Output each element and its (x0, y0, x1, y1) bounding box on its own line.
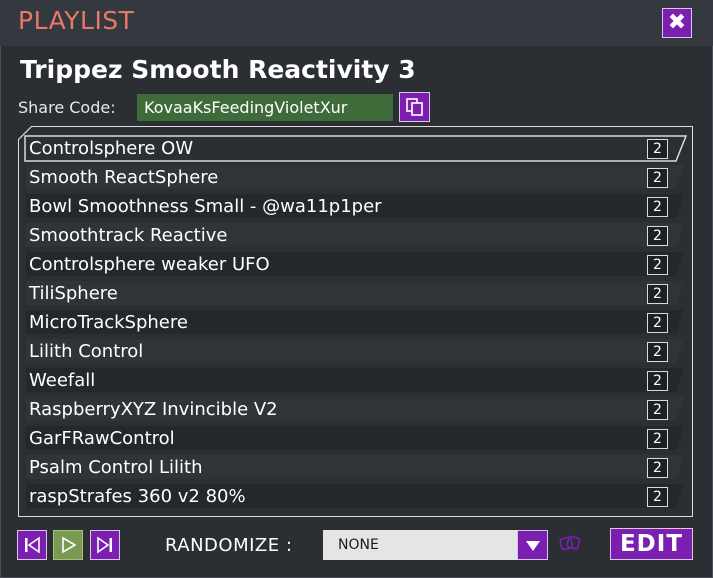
scenario-row[interactable]: MicroTrackSphere 2 (26, 310, 684, 334)
randomize-dropdown-button[interactable] (517, 530, 548, 560)
scenario-play-count[interactable]: 2 (647, 313, 668, 333)
play-icon (62, 536, 77, 554)
copy-icon (406, 98, 423, 116)
next-scenario-button[interactable] (90, 530, 120, 560)
scenario-play-count[interactable]: 2 (647, 371, 668, 391)
edit-button[interactable]: EDIT (610, 528, 693, 560)
scenario-row[interactable]: GarFRawControl 2 (26, 426, 684, 450)
close-icon: ✖ (667, 10, 687, 35)
scenario-play-count[interactable]: 2 (647, 284, 668, 304)
scenario-row[interactable]: Weefall 2 (26, 368, 684, 392)
row-background (26, 281, 668, 305)
randomize-label: RANDOMIZE : (165, 535, 293, 556)
row-edge-bevel (668, 484, 684, 508)
previous-scenario-button[interactable] (17, 530, 47, 560)
scenario-name: RaspberryXYZ Invincible V2 (29, 399, 278, 420)
scenario-name: MicroTrackSphere (29, 312, 188, 333)
scenario-row[interactable]: RaspberryXYZ Invincible V2 2 (26, 397, 684, 421)
skip-previous-icon (25, 536, 40, 554)
selected-row-outline (24, 135, 688, 162)
scenario-row[interactable]: TiliSphere 2 (26, 281, 684, 305)
row-edge-bevel (668, 339, 684, 363)
scenario-name: Weefall (29, 370, 96, 391)
row-edge-bevel (668, 426, 684, 450)
close-button[interactable]: ✖ (662, 8, 692, 38)
scenario-row[interactable]: Smoothtrack Reactive 2 (26, 223, 684, 247)
randomize-select[interactable]: NONE (323, 530, 548, 560)
scenario-list: Controlsphere OW 2 Smooth ReactSphere 2 Bowl… (18, 126, 693, 517)
row-edge-bevel (668, 368, 684, 392)
scenario-play-count[interactable]: 2 (647, 226, 668, 246)
copy-share-code-button[interactable] (399, 92, 430, 122)
scenario-play-count[interactable]: 2 (647, 342, 668, 362)
scenario-name: raspStrafes 360 v2 80% (29, 486, 246, 507)
row-edge-bevel (668, 310, 684, 334)
row-edge-bevel (668, 194, 684, 218)
dice-icon (559, 535, 581, 551)
scenario-play-count[interactable]: 2 (647, 487, 668, 507)
scenario-name: Smoothtrack Reactive (29, 225, 228, 246)
row-background (26, 368, 668, 392)
scenario-name: Psalm Control Lilith (29, 457, 203, 478)
scenario-name: Smooth ReactSphere (29, 167, 219, 188)
chevron-down-icon (526, 541, 540, 551)
scenario-row[interactable]: Psalm Control Lilith 2 (26, 455, 684, 479)
row-edge-bevel (668, 165, 684, 189)
scenario-name: Lilith Control (29, 341, 144, 362)
share-code-label: Share Code: (18, 98, 116, 117)
scenario-row[interactable]: Controlsphere weaker UFO 2 (26, 252, 684, 276)
scenario-play-count[interactable]: 2 (647, 400, 668, 420)
row-edge-bevel (668, 281, 684, 305)
scenario-name: TiliSphere (29, 283, 118, 304)
row-edge-bevel (668, 252, 684, 276)
scenario-name: Controlsphere weaker UFO (29, 254, 270, 275)
scenario-play-count[interactable]: 2 (647, 168, 668, 188)
share-code-field[interactable]: KovaaKsFeedingVioletXur (137, 94, 393, 121)
window-title: PLAYLIST (18, 6, 135, 35)
title-bar: PLAYLIST (0, 0, 713, 46)
play-button[interactable] (53, 530, 83, 560)
scenario-play-count[interactable]: 2 (647, 255, 668, 275)
row-edge-bevel (668, 397, 684, 421)
scenario-name: Bowl Smoothness Small - @wa11p1per (29, 196, 382, 217)
row-edge-bevel (668, 455, 684, 479)
randomize-selected-value: NONE (338, 537, 379, 553)
scenario-row[interactable]: Lilith Control 2 (26, 339, 684, 363)
playlist-name: Trippez Smooth Reactivity 3 (20, 55, 416, 84)
scenario-play-count[interactable]: 2 (647, 458, 668, 478)
row-edge-bevel (668, 223, 684, 247)
scenario-name: GarFRawControl (29, 428, 175, 449)
scenario-play-count[interactable]: 2 (647, 429, 668, 449)
skip-next-icon (97, 536, 112, 554)
scenario-row[interactable]: Bowl Smoothness Small - @wa11p1per 2 (26, 194, 684, 218)
scenario-row[interactable]: raspStrafes 360 v2 80% 2 (26, 484, 684, 508)
scenario-play-count[interactable]: 2 (647, 197, 668, 217)
scenario-row[interactable]: Smooth ReactSphere 2 (26, 165, 684, 189)
